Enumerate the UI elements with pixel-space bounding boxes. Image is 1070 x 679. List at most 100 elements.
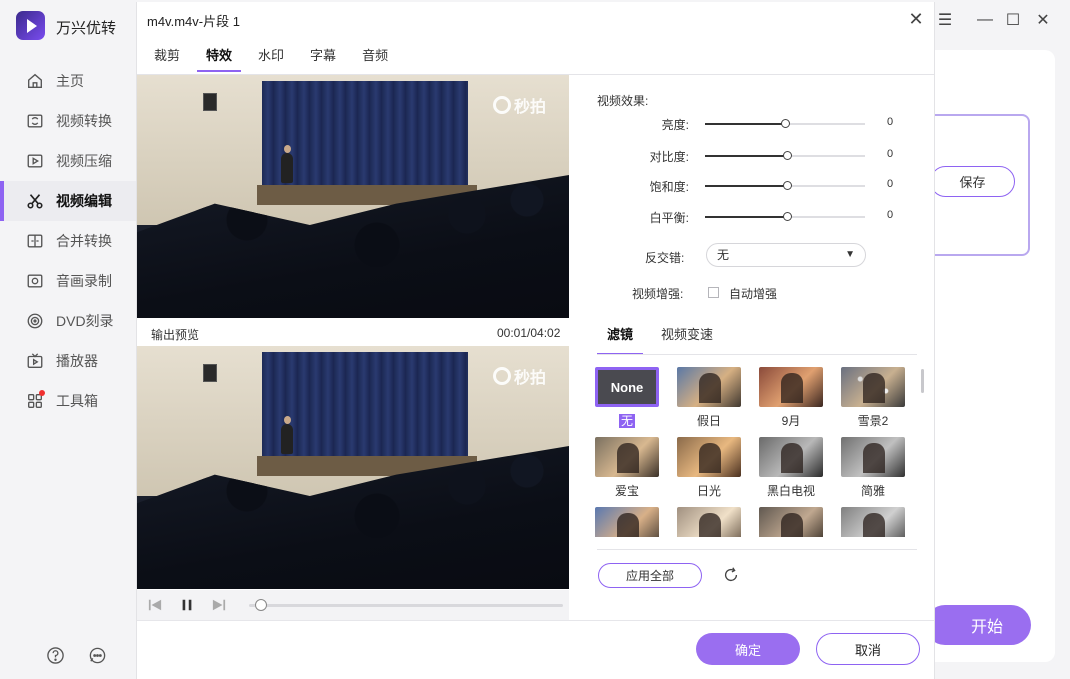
sidebar-item-video-compress[interactable]: 视频压缩 xyxy=(0,141,136,181)
edit-tabs: 裁剪 特效 水印 字幕 音频 xyxy=(145,46,405,72)
apply-all-button[interactable]: 应用全部 xyxy=(598,563,702,588)
deinterlace-select[interactable]: 无 ▼ xyxy=(706,243,866,267)
filter-item-daylight[interactable]: 日光 xyxy=(677,437,741,499)
slider-handle[interactable] xyxy=(782,151,792,160)
menu-icon[interactable]: ☰ xyxy=(935,10,955,30)
player-controls xyxy=(137,590,569,620)
sidebar-item-player[interactable]: 播放器 xyxy=(0,341,136,381)
sidebar-item-video-convert[interactable]: 视频转换 xyxy=(0,101,136,141)
footer-divider xyxy=(137,620,934,621)
record-icon xyxy=(25,271,45,291)
white-balance-value: 0 xyxy=(887,209,894,221)
sidebar-item-record[interactable]: 音画录制 xyxy=(0,261,136,301)
filter-item-aibao[interactable]: 爱宝 xyxy=(595,437,659,499)
filter-item-holiday[interactable]: 假日 xyxy=(677,367,741,429)
filter-item-elegant[interactable]: 简雅 xyxy=(841,437,905,499)
dvd-icon xyxy=(25,311,45,331)
convert-icon xyxy=(25,111,45,131)
saturation-label: 饱和度: xyxy=(649,180,689,194)
filter-item[interactable] xyxy=(759,507,823,537)
filter-scrollbar[interactable] xyxy=(921,369,924,393)
slider-handle[interactable] xyxy=(781,119,790,128)
tab-subtitle[interactable]: 字幕 xyxy=(301,46,345,72)
filter-thumb xyxy=(595,437,659,477)
sidebar-item-home[interactable]: 主页 xyxy=(0,61,136,101)
tab-watermark[interactable]: 水印 xyxy=(249,46,293,72)
merge-icon xyxy=(25,231,45,251)
preview-bar: 输出预览 00:01/04:02 xyxy=(137,320,569,346)
start-button[interactable]: 开始 xyxy=(925,605,1031,645)
filter-item[interactable] xyxy=(595,507,659,537)
filter-item[interactable] xyxy=(841,507,905,537)
saturation-slider[interactable] xyxy=(705,181,865,190)
filter-thumb: None xyxy=(595,367,659,407)
tab-crop[interactable]: 裁剪 xyxy=(145,46,189,72)
watermark-text: 秒拍 xyxy=(514,99,547,116)
sidebar-item-label: 工具箱 xyxy=(56,393,98,409)
filter-item-none[interactable]: None 无 xyxy=(595,367,659,429)
filter-thumb xyxy=(595,507,659,537)
sidebar-item-merge[interactable]: 合并转换 xyxy=(0,221,136,261)
contrast-label: 对比度: xyxy=(649,150,689,164)
contrast-slider[interactable] xyxy=(705,151,865,160)
white-balance-label: 白平衡: xyxy=(649,211,689,225)
filter-item-snow2[interactable]: 雪景2 xyxy=(841,367,905,429)
tab-speed[interactable]: 视频变速 xyxy=(651,325,723,355)
slider-handle[interactable] xyxy=(782,212,792,221)
progress-track[interactable] xyxy=(249,604,563,607)
filter-item[interactable] xyxy=(677,507,741,537)
slider-handle[interactable] xyxy=(782,181,792,190)
auto-enhance-checkbox[interactable] xyxy=(708,287,719,298)
sidebar: 万兴优转 主页 视频转换 视频压缩 视频编辑 合并转换 音画录制 DVD刻录 播… xyxy=(0,0,136,679)
player-icon xyxy=(25,351,45,371)
effects-panel: 视频效果: 亮度: 0 对比度: 0 饱和度: 0 白平衡: 0 反交错: 无 … xyxy=(569,75,934,620)
video-effects-title: 视频效果: xyxy=(597,94,649,108)
app-logo-icon xyxy=(16,11,45,40)
contrast-value: 0 xyxy=(887,148,894,160)
tab-audio[interactable]: 音频 xyxy=(353,46,397,72)
original-video: 秒拍 xyxy=(137,75,569,318)
filter-thumb xyxy=(841,437,905,477)
video-time: 00:01/04:02 xyxy=(497,326,561,340)
save-button[interactable]: 保存 xyxy=(930,166,1015,197)
sidebar-item-label: DVD刻录 xyxy=(56,313,114,329)
home-icon xyxy=(25,71,45,91)
sidebar-item-toolbox[interactable]: 工具箱 xyxy=(0,381,136,421)
help-icon[interactable] xyxy=(45,645,65,665)
compress-icon xyxy=(25,151,45,171)
dialog-close-icon[interactable]: ✕ xyxy=(907,9,925,29)
feedback-icon[interactable] xyxy=(87,645,107,665)
progress-handle[interactable] xyxy=(255,599,268,611)
cancel-button[interactable]: 取消 xyxy=(816,633,920,665)
minimize-icon[interactable]: — xyxy=(975,10,995,30)
pause-icon[interactable] xyxy=(179,597,195,613)
sidebar-item-dvd[interactable]: DVD刻录 xyxy=(0,301,136,341)
previous-frame-icon[interactable] xyxy=(147,597,163,613)
filter-item-september[interactable]: 9月 xyxy=(759,367,823,429)
next-frame-icon[interactable] xyxy=(211,597,227,613)
filter-thumb xyxy=(759,437,823,477)
deinterlace-value: 无 xyxy=(717,248,730,262)
brightness-slider[interactable] xyxy=(705,119,865,128)
filter-label: 爱宝 xyxy=(614,484,639,498)
auto-enhance-label[interactable]: 自动增强 xyxy=(729,285,777,302)
deinterlace-label: 反交错: xyxy=(645,251,685,265)
white-balance-slider[interactable] xyxy=(705,212,865,221)
filter-thumb xyxy=(841,367,905,407)
reset-icon[interactable] xyxy=(721,565,741,585)
window-close-icon[interactable]: ✕ xyxy=(1033,10,1053,30)
filter-item-bw-tv[interactable]: 黑白电视 xyxy=(759,437,823,499)
sidebar-item-video-edit[interactable]: 视频编辑 xyxy=(0,181,136,221)
tab-filters[interactable]: 滤镜 xyxy=(597,325,644,355)
filter-label: 雪景2 xyxy=(857,414,889,428)
filter-thumb xyxy=(759,367,823,407)
sidebar-bottom xyxy=(45,645,107,665)
saturation-value: 0 xyxy=(887,178,894,190)
tab-effects[interactable]: 特效 xyxy=(197,46,242,72)
ok-button[interactable]: 确定 xyxy=(696,633,800,665)
sidebar-item-label: 视频压缩 xyxy=(56,153,112,169)
maximize-icon[interactable]: ☐ xyxy=(1003,10,1023,30)
video-speaker xyxy=(281,145,293,183)
filter-tabs: 滤镜 视频变速 xyxy=(597,325,731,355)
sidebar-item-label: 视频转换 xyxy=(56,113,112,129)
